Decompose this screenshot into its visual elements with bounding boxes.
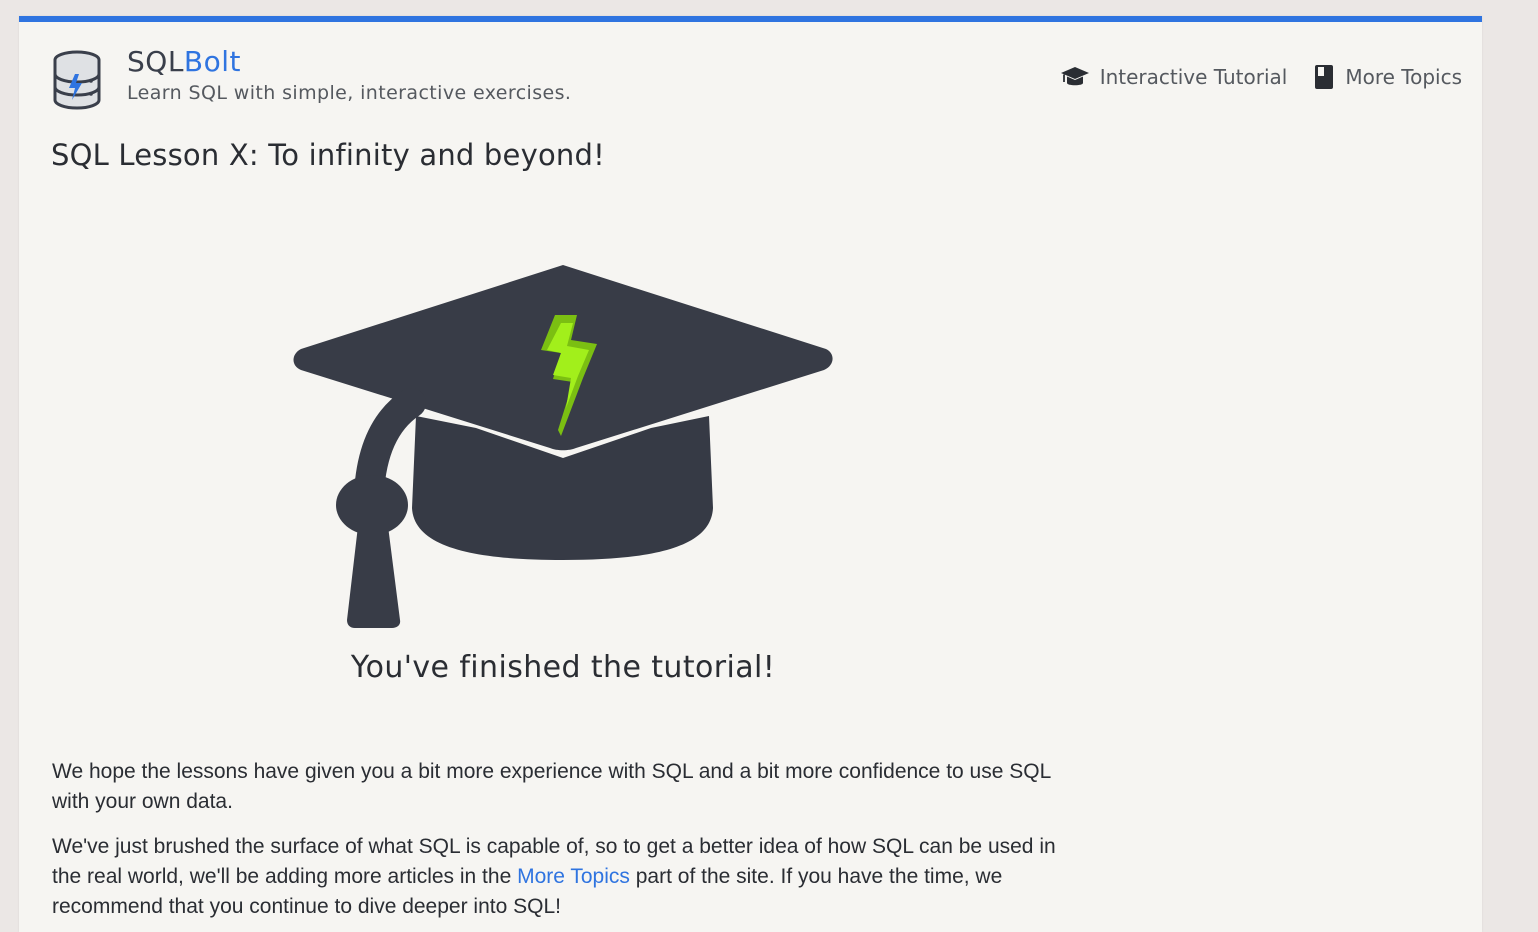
finished-message: You've finished the tutorial!	[350, 650, 776, 685]
paragraph-2: We've just brushed the surface of what S…	[52, 832, 1082, 922]
database-bolt-icon[interactable]	[51, 50, 103, 110]
lesson-title: SQL Lesson X: To infinity and beyond!	[51, 138, 605, 172]
nav-interactive-tutorial-label: Interactive Tutorial	[1099, 65, 1288, 89]
nav-more-topics[interactable]: More Topics	[1313, 64, 1462, 90]
graduation-cap-icon	[1060, 67, 1089, 86]
top-nav: Interactive Tutorial More Topics	[1060, 64, 1462, 90]
site-tagline: Learn SQL with simple, interactive exerc…	[127, 82, 572, 104]
lesson-content: We hope the lessons have given you a bit…	[52, 757, 1082, 932]
paragraph-1: We hope the lessons have given you a bit…	[52, 760, 1051, 813]
brand-accent: Bolt	[183, 45, 242, 78]
brand-main: SQL	[127, 45, 184, 78]
nav-more-topics-label: More Topics	[1345, 65, 1462, 89]
site-brand[interactable]: SQLBolt	[127, 44, 241, 80]
nav-interactive-tutorial[interactable]: Interactive Tutorial	[1060, 64, 1288, 90]
book-icon	[1315, 65, 1334, 89]
more-topics-link[interactable]: More Topics	[517, 865, 630, 888]
page-container: SQLBolt Learn SQL with simple, interacti…	[19, 16, 1482, 932]
graduation-cap-bolt-illustration	[293, 265, 833, 628]
